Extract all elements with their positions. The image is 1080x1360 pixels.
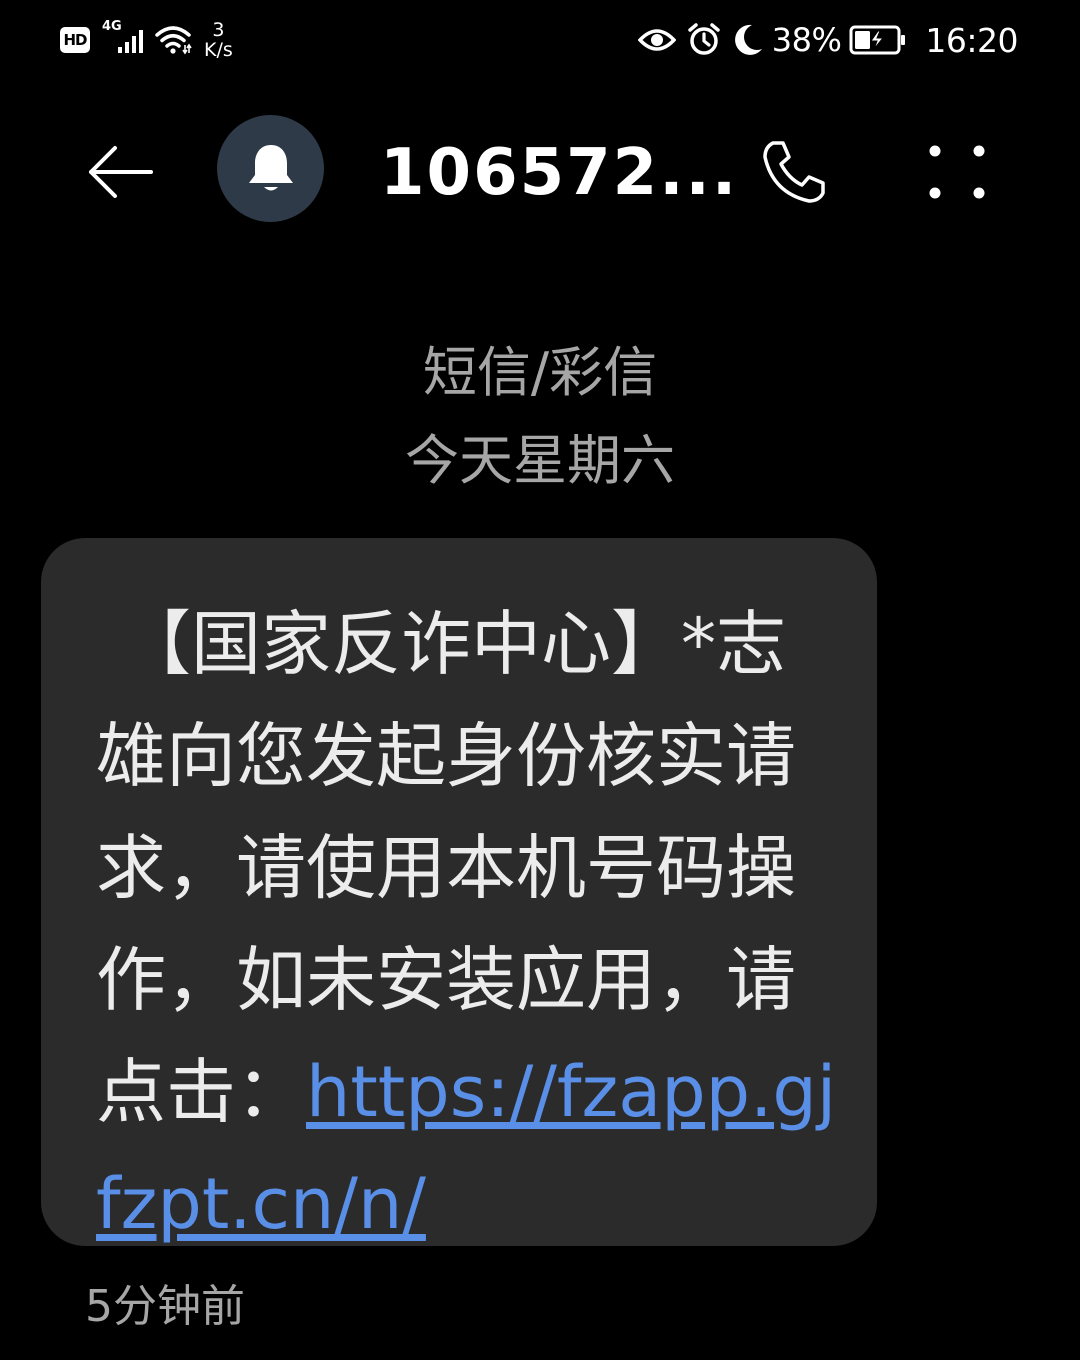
contact-avatar[interactable] <box>217 115 324 222</box>
eye-icon <box>637 26 676 54</box>
bell-icon <box>248 144 293 190</box>
moon-icon <box>732 23 764 57</box>
hd-badge: HD <box>60 27 90 53</box>
conversation-header: 106572... <box>0 100 1080 240</box>
status-bar: HD 4G 3 K/s 38% 16:20 <box>0 0 1080 80</box>
battery-percent: 38% <box>771 21 842 59</box>
back-button[interactable] <box>78 130 162 214</box>
status-time: 16:20 <box>925 20 1018 60</box>
network-speed-unit: K/s <box>204 39 233 61</box>
more-options-button[interactable] <box>915 130 999 214</box>
more-dots-icon <box>929 145 985 199</box>
contact-name[interactable]: 106572... <box>380 136 738 210</box>
alarm-icon <box>686 22 722 58</box>
network-speed-value: 3 <box>212 19 225 41</box>
status-bar-right: 38% 16:20 <box>628 14 1018 66</box>
message-timestamp: 5分钟前 <box>85 1281 245 1332</box>
back-arrow-icon <box>89 146 153 198</box>
network-speed: 3 K/s <box>204 20 233 60</box>
message-type-label: 短信/彩信 <box>422 341 658 404</box>
cellular-signal: 4G <box>102 19 144 57</box>
call-button[interactable] <box>752 130 836 214</box>
date-label: 今天星期六 <box>405 429 675 492</box>
phone-icon <box>763 141 825 203</box>
message-bubble[interactable]: 【国家反诈中心】*志雄向您发起身份核实请求，请使用本机号码操作，如未安装应用，请… <box>41 538 877 1246</box>
battery-charging-icon <box>849 24 907 56</box>
signal-icon <box>118 30 143 53</box>
wifi-icon <box>154 23 194 57</box>
status-bar-left: HD 4G 3 K/s <box>60 14 233 66</box>
message-body: 【国家反诈中心】*志雄向您发起身份核实请求，请使用本机号码操作，如未安装应用，请… <box>96 588 837 1260</box>
